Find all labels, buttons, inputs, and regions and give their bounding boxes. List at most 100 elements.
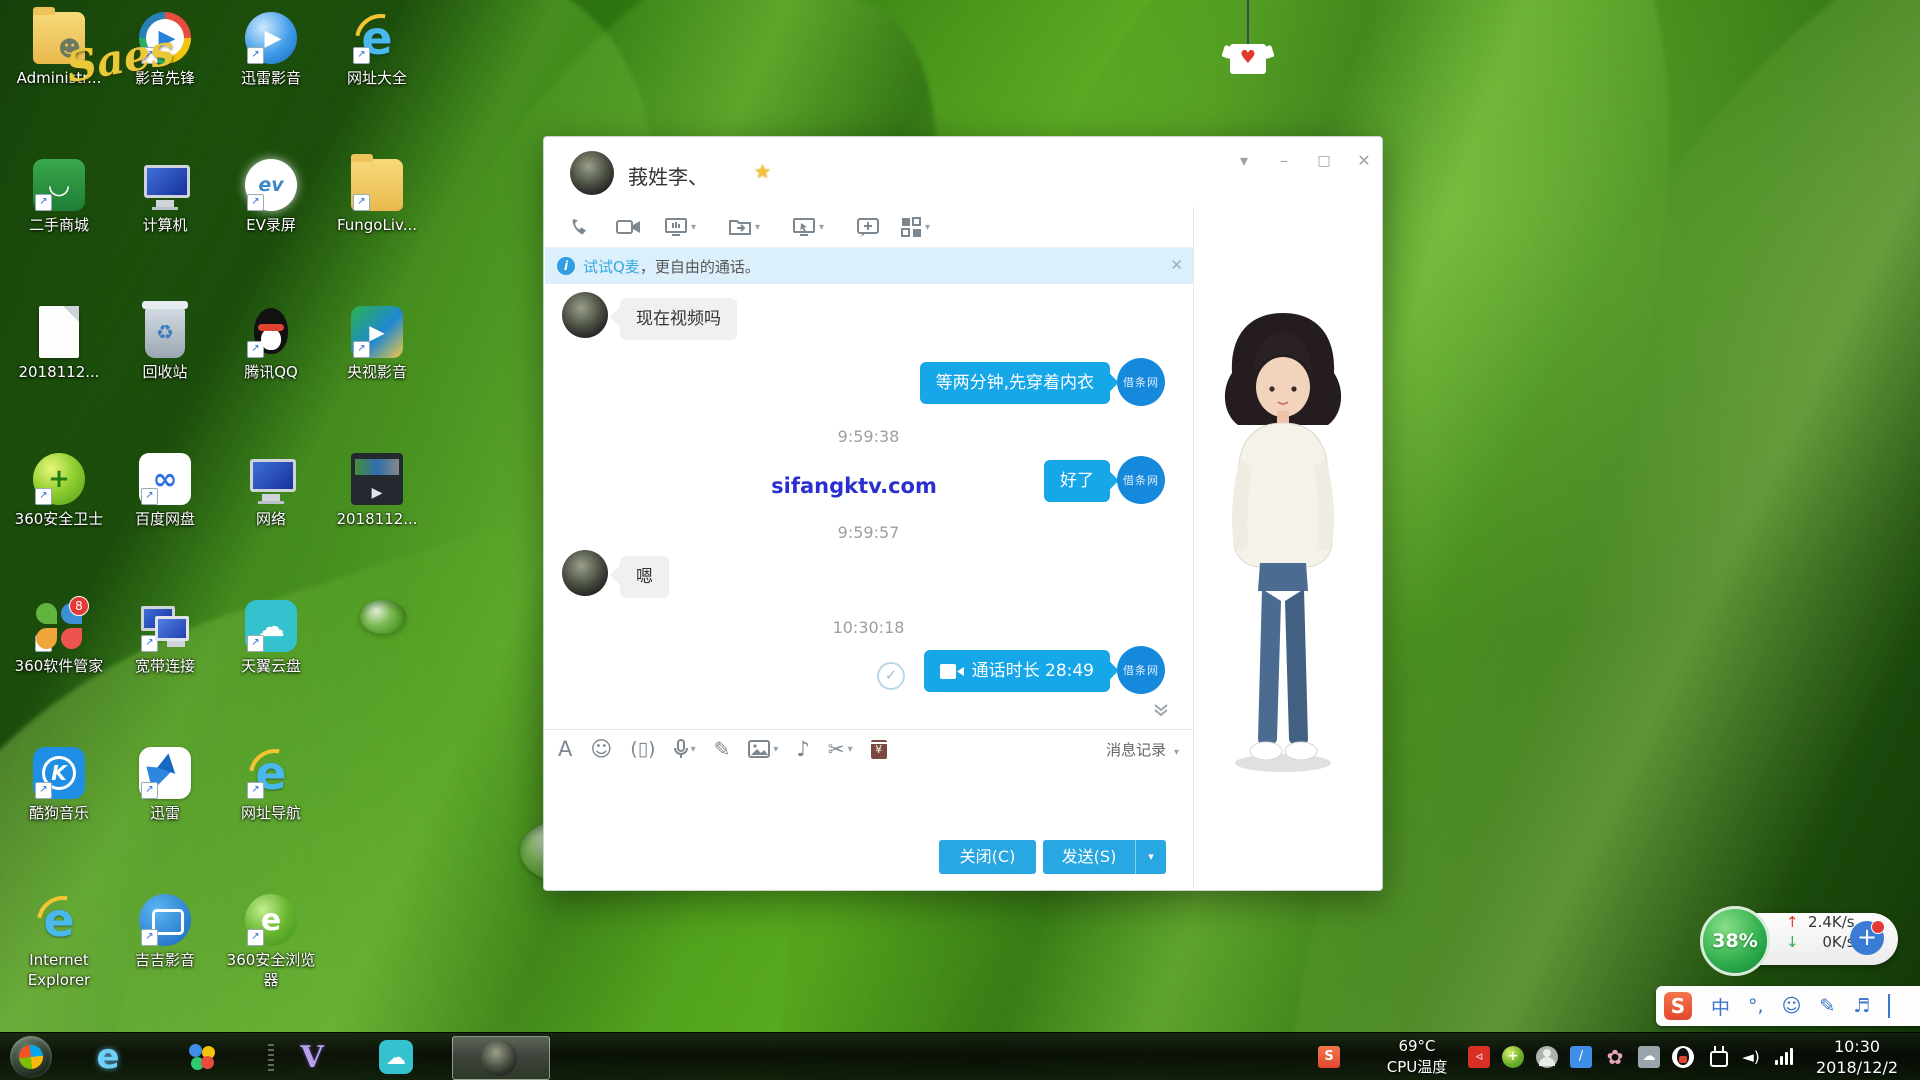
- tray-power-plug-icon[interactable]: [1710, 1051, 1728, 1067]
- emoji-button[interactable]: ☺: [590, 737, 612, 761]
- desktop-icon-xunleiyingyin[interactable]: ▶↗ 迅雷影音: [218, 6, 324, 153]
- desktop-icon-xunlei[interactable]: ↗ 迅雷: [112, 741, 218, 888]
- message-list[interactable]: 现在视频吗 sifangktv.com 等两分钟,先穿着内衣 借条网 9:59:…: [544, 284, 1193, 728]
- computer-icon: [139, 159, 191, 211]
- tray-flower-icon[interactable]: ✿: [1604, 1046, 1626, 1068]
- taskbar-clock[interactable]: 10:30 2018/12/2: [1802, 1036, 1912, 1078]
- desktop-icon-jijiyingyin[interactable]: ↗ 吉吉影音: [112, 888, 218, 1035]
- screen-share-button[interactable]: ▾: [664, 214, 696, 240]
- timestamp: 10:30:18: [544, 618, 1193, 637]
- favorite-star-icon[interactable]: ★: [754, 161, 771, 183]
- desktop-icon-tengxunqq[interactable]: ↗ 腾讯QQ: [218, 300, 324, 447]
- handwriting-button[interactable]: ✎: [714, 737, 731, 761]
- desktop-icon-wangzhidaquan[interactable]: e↗ 网址大全: [324, 6, 430, 153]
- voice-call-button[interactable]: [568, 214, 590, 240]
- sogou-input-bar[interactable]: S 中 °, ☺ ✎ ♬: [1656, 986, 1920, 1026]
- message-input[interactable]: [544, 767, 1193, 835]
- tray-qq-icon[interactable]: [1672, 1046, 1694, 1068]
- chat-task-avatar: [481, 1040, 517, 1076]
- chinese-mode-toggle[interactable]: 中: [1711, 993, 1730, 1020]
- qmai-link[interactable]: 试试Q麦: [583, 256, 640, 277]
- peer-message-avatar[interactable]: [562, 292, 608, 338]
- banner-close-icon[interactable]: ✕: [1170, 256, 1183, 274]
- scroll-to-bottom-icon[interactable]: [1153, 702, 1169, 721]
- desktop-icon-jisuanji[interactable]: 计算机: [112, 153, 218, 300]
- desktop-icon-kuandailianjie[interactable]: ↗ 宽带连接: [112, 594, 218, 741]
- desktop-icon-ershoushangcheng[interactable]: ◡↗ 二手商城: [6, 153, 112, 300]
- desktop-icon-huishouzhan[interactable]: ♻ 回收站: [112, 300, 218, 447]
- desktop-icon-360ruanjianguanjia[interactable]: 8↗ 360软件管家: [6, 594, 112, 741]
- emoji-picker-icon[interactable]: ☺: [1782, 995, 1802, 1017]
- tray-360-icon[interactable]: +: [1502, 1046, 1524, 1068]
- send-options-button[interactable]: ▾: [1135, 840, 1166, 874]
- create-group-button[interactable]: [856, 214, 880, 240]
- peer-avatar[interactable]: [570, 151, 614, 195]
- shortcut-arrow-icon: ↗: [35, 635, 52, 652]
- voice-message-button[interactable]: ▾: [674, 739, 696, 759]
- self-avatar[interactable]: 借条网: [1117, 358, 1165, 406]
- banner-text: ，更自由的通话。: [640, 256, 760, 277]
- close-chat-button[interactable]: 关闭(C): [939, 840, 1036, 874]
- minimize-button[interactable]: –: [1270, 149, 1298, 173]
- tray-user-icon[interactable]: [1536, 1046, 1558, 1068]
- qq-show-girl-avatar[interactable]: [1206, 299, 1360, 777]
- tray-announcement-icon[interactable]: ◃: [1468, 1046, 1490, 1068]
- music-button[interactable]: ♪: [796, 737, 809, 761]
- desktop-icon-baiduwangpan[interactable]: ∞↗ 百度网盘: [112, 447, 218, 594]
- red-packet-button[interactable]: ¥: [871, 740, 887, 759]
- send-image-button[interactable]: ▾: [748, 740, 778, 758]
- remote-desktop-button[interactable]: ▾: [792, 214, 824, 240]
- desktop-icon-360anquanweishi[interactable]: +↗ 360安全卫士: [6, 447, 112, 594]
- desktop-icon-kugouyinyue[interactable]: K↗ 酷狗音乐: [6, 741, 112, 888]
- screenshot-button[interactable]: ✂▾: [828, 737, 853, 761]
- peer-message-avatar[interactable]: [562, 550, 608, 596]
- desktop-icon-video-2018112[interactable]: ▶ 2018112...: [324, 447, 430, 594]
- desktop-icon-tianyiyunpan[interactable]: ☁↗ 天翼云盘: [218, 594, 324, 741]
- qq-show-panel: [1193, 207, 1382, 889]
- video-file-icon: ▶: [351, 453, 403, 505]
- punctuation-toggle[interactable]: °,: [1748, 995, 1764, 1017]
- desktop-icon-doc-2018112[interactable]: 2018112...: [6, 300, 112, 447]
- tray-cloud-icon[interactable]: ☁: [1638, 1046, 1660, 1068]
- ie-e-icon: e↗: [245, 747, 297, 799]
- desktop-icon-fungoliv[interactable]: ↗ FungoLiv...: [324, 153, 430, 300]
- tray-wallet-icon[interactable]: /: [1570, 1046, 1592, 1068]
- sogou-logo-icon[interactable]: S: [1664, 992, 1692, 1020]
- desktop-icon-360liulanqi[interactable]: e↗ 360安全浏览器: [218, 888, 324, 1035]
- desktop-icon-internet-explorer[interactable]: e Internet Explorer: [6, 888, 112, 1035]
- send-button[interactable]: 发送(S): [1043, 840, 1135, 874]
- message-history-button[interactable]: 消息记录 ▾: [1106, 739, 1179, 760]
- desktop-icon-wangzhidaohang[interactable]: e↗ 网址导航: [218, 741, 324, 888]
- self-avatar[interactable]: 借条网: [1117, 456, 1165, 504]
- tray-sogou-icon[interactable]: S: [1318, 1046, 1340, 1068]
- desktop-icon-wangluo[interactable]: 网络: [218, 447, 324, 594]
- tray-network-signal-icon[interactable]: [1774, 1046, 1796, 1068]
- apps-grid-button[interactable]: ▾: [900, 214, 930, 240]
- maximize-button[interactable]: □: [1310, 149, 1338, 173]
- xunlei-player-icon: ▶↗: [245, 12, 297, 64]
- taskbar-ie-icon[interactable]: e: [88, 1038, 128, 1076]
- send-file-button[interactable]: ▾: [728, 214, 760, 240]
- call-record-bubble[interactable]: 通话时长 28:49: [924, 650, 1110, 692]
- close-window-button[interactable]: ✕: [1350, 149, 1378, 173]
- net-speed-widget[interactable]: 38% ↑2.4K/s ↓0K/s +: [1700, 906, 1900, 972]
- desktop-icon-evluping[interactable]: ev↗ EV录屏: [218, 153, 324, 300]
- desktop-icon-yangshiyingyin[interactable]: ▶↗ 央视影音: [324, 300, 430, 447]
- handwriting-icon[interactable]: ✎: [1819, 995, 1835, 1017]
- shortcut-arrow-icon: ↗: [141, 635, 158, 652]
- start-button[interactable]: [10, 1036, 52, 1078]
- accelerate-button[interactable]: +: [1850, 921, 1884, 955]
- taskbar-active-chat-task[interactable]: [452, 1036, 550, 1080]
- memory-usage-ball[interactable]: 38%: [1700, 906, 1770, 976]
- toolbox-grid-icon[interactable]: [1888, 995, 1890, 1017]
- window-menu-button[interactable]: ▾: [1230, 149, 1258, 173]
- voice-input-icon[interactable]: ♬: [1853, 995, 1870, 1017]
- video-call-button[interactable]: [616, 214, 642, 240]
- taskbar-v-app-icon[interactable]: V: [292, 1038, 332, 1076]
- self-avatar[interactable]: 借条网: [1117, 646, 1165, 694]
- font-button[interactable]: A: [558, 737, 572, 761]
- nudge-button[interactable]: (▯): [630, 738, 655, 760]
- tray-volume-icon[interactable]: ◄): [1740, 1046, 1762, 1068]
- taskbar-sogou-browser-icon[interactable]: [182, 1038, 222, 1076]
- taskbar-cloud-drive-icon[interactable]: ☁: [376, 1038, 416, 1076]
